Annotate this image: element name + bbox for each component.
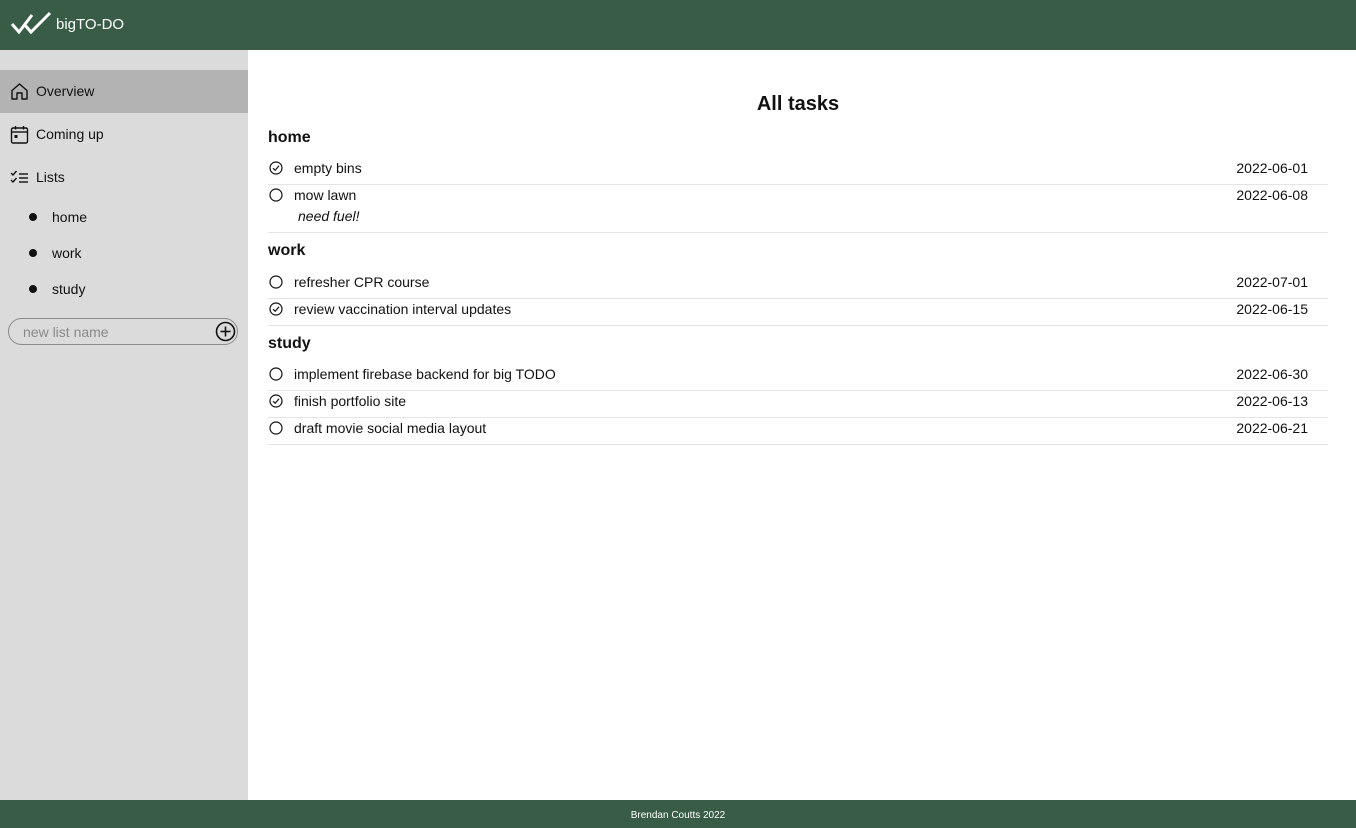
task-date: 2022-06-15 xyxy=(1236,301,1308,317)
sidebar-item-label: Coming up xyxy=(36,126,104,142)
main-content: All tasks home empty bins 2022-06-01 mow… xyxy=(248,50,1356,800)
sidebar-item-coming-up[interactable]: Coming up xyxy=(0,113,248,156)
group-title-home: home xyxy=(268,129,311,146)
task-note: need fuel! xyxy=(298,208,360,224)
task-title: draft movie social media layout xyxy=(294,420,487,436)
bullet-icon xyxy=(29,213,37,221)
task-row[interactable]: draft movie social media layout 2022-06-… xyxy=(268,415,1328,445)
sidebar-item-label: Lists xyxy=(36,169,65,185)
group-title-work: work xyxy=(268,242,306,259)
task-title: mow lawn xyxy=(294,187,357,203)
task-row[interactable]: finish portfolio site 2022-06-13 xyxy=(268,388,1328,418)
sidebar-item-label: Overview xyxy=(36,83,95,99)
bullet-icon xyxy=(29,285,37,293)
task-date: 2022-06-01 xyxy=(1236,160,1308,176)
page-title: All tasks xyxy=(756,93,840,115)
task-title: implement firebase backend for big TODO xyxy=(294,366,556,382)
task-row[interactable]: implement firebase backend for big TODO … xyxy=(268,361,1328,391)
task-title: empty bins xyxy=(294,160,362,176)
list-item-label: work xyxy=(52,245,82,261)
add-circle-icon[interactable] xyxy=(215,321,236,342)
calendar-icon xyxy=(10,126,29,144)
checked-circle-icon[interactable] xyxy=(269,161,283,175)
task-row[interactable]: mow lawn 2022-06-08 need fuel! xyxy=(268,182,1328,233)
app-title: bigTO-DO xyxy=(56,16,125,33)
task-row[interactable]: refresher CPR course 2022-07-01 xyxy=(268,269,1328,299)
footer-text: Brendan Coutts 2022 xyxy=(630,810,726,821)
task-title: finish portfolio site xyxy=(294,393,407,409)
checked-circle-icon[interactable] xyxy=(269,302,283,316)
unchecked-circle-icon[interactable] xyxy=(269,367,283,381)
home-icon xyxy=(11,83,28,100)
sidebar-item-lists[interactable]: Lists xyxy=(0,156,248,199)
task-date: 2022-06-21 xyxy=(1236,420,1308,436)
group-title-study: study xyxy=(268,335,311,352)
task-date: 2022-06-08 xyxy=(1236,187,1308,203)
list-item-label: home xyxy=(52,209,88,225)
sidebar: Overview Coming up Lists home work study xyxy=(0,50,248,800)
unchecked-circle-icon[interactable] xyxy=(269,275,283,289)
footer: Brendan Coutts 2022 xyxy=(0,800,1356,828)
list-item-label: study xyxy=(52,281,86,297)
checked-circle-icon[interactable] xyxy=(269,394,283,408)
bullet-icon xyxy=(29,249,37,257)
task-row[interactable]: review vaccination interval updates 2022… xyxy=(268,296,1328,326)
task-date: 2022-06-13 xyxy=(1236,393,1308,409)
double-check-logo-icon xyxy=(10,11,52,35)
app-header: bigTO-DO xyxy=(0,0,1356,50)
new-list-form xyxy=(8,318,238,345)
task-date: 2022-06-30 xyxy=(1236,366,1308,382)
list-item-work[interactable]: work xyxy=(0,238,248,268)
list-item-home[interactable]: home xyxy=(0,202,248,232)
unchecked-circle-icon[interactable] xyxy=(269,421,283,435)
task-row[interactable]: empty bins 2022-06-01 xyxy=(268,155,1328,185)
task-title: review vaccination interval updates xyxy=(294,301,512,317)
list-item-study[interactable]: study xyxy=(0,274,248,304)
unchecked-circle-icon[interactable] xyxy=(269,188,283,202)
checklist-icon xyxy=(10,170,28,184)
task-date: 2022-07-01 xyxy=(1236,274,1308,290)
task-title: refresher CPR course xyxy=(294,274,430,290)
new-list-name-input[interactable] xyxy=(23,323,203,341)
sidebar-item-overview[interactable]: Overview xyxy=(0,70,248,113)
